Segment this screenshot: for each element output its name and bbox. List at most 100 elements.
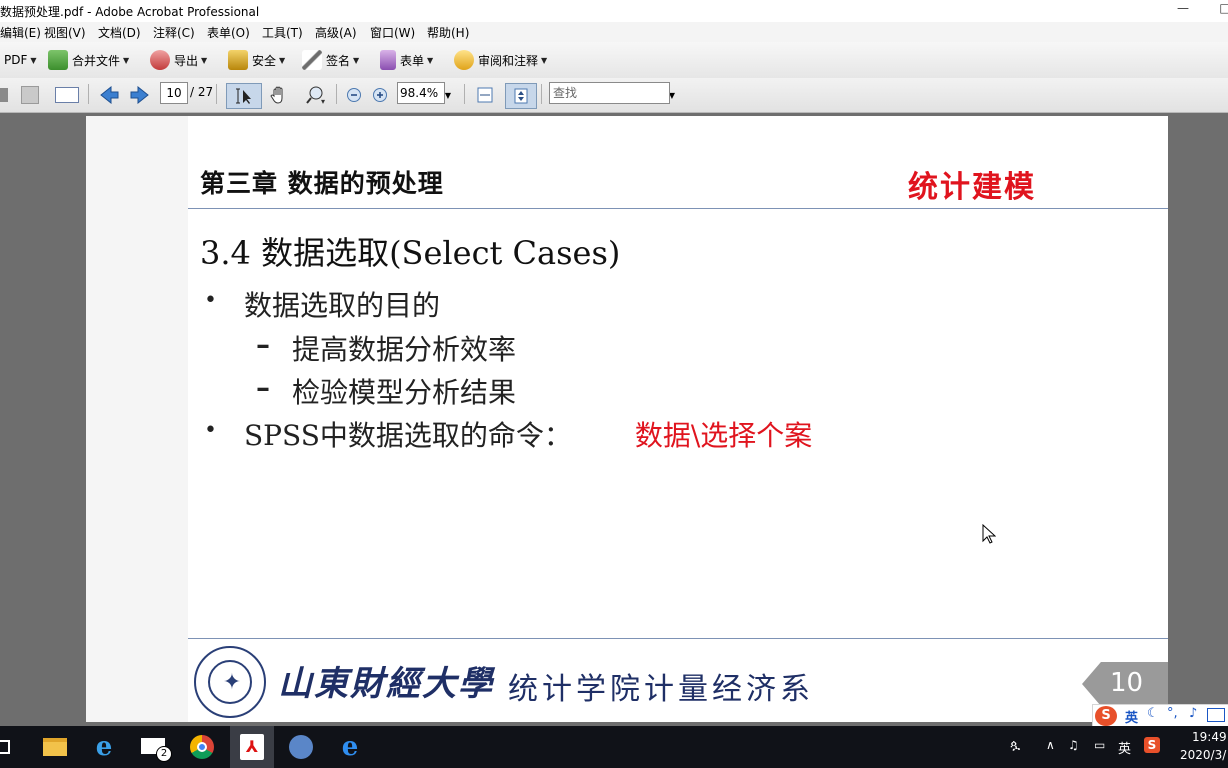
dropdown-arrow-icon: ▼: [201, 55, 208, 65]
create-pdf-button[interactable]: PDF ▼: [4, 48, 37, 72]
tray-chevron-icon[interactable]: ∧: [1046, 738, 1055, 752]
forms-button[interactable]: 表单 ▼: [380, 48, 433, 72]
dash-icon: –: [256, 371, 270, 404]
menu-document[interactable]: 文档(D): [98, 24, 141, 41]
form-icon: [380, 50, 396, 70]
menu-comments[interactable]: 注释(C): [153, 24, 195, 41]
brand-heading: 统计建模: [908, 170, 1036, 205]
ime-mode[interactable]: 英: [1125, 707, 1138, 726]
punctuation-icon[interactable]: °,: [1167, 706, 1178, 721]
combine-files-button[interactable]: 合并文件 ▼: [48, 48, 129, 72]
edge-icon[interactable]: e: [335, 732, 365, 762]
create-pdf-label: PDF: [4, 53, 28, 67]
app-icon[interactable]: [286, 732, 316, 762]
internet-explorer-icon[interactable]: e: [89, 732, 119, 762]
department-name: 统计学院计量经济系: [508, 672, 814, 707]
menu-view[interactable]: 视图(V): [44, 24, 86, 41]
acrobat-taskbar-button[interactable]: ⅄: [230, 726, 274, 768]
battery-icon[interactable]: ▭: [1094, 738, 1105, 752]
find-input[interactable]: 查找: [549, 82, 670, 104]
pdf-page: 第三章 数据的预处理 统计建模 3.4 数据选取(Select Cases) •…: [86, 116, 1168, 722]
pen-icon: [302, 50, 322, 70]
bullet-item: • 数据选取的目的: [204, 284, 440, 324]
previous-page-button[interactable]: [98, 83, 120, 107]
arrow-right-icon: [130, 86, 149, 104]
sub-bullet-text: 检验模型分析结果: [292, 376, 517, 409]
export-icon: [150, 50, 170, 70]
spss-command: 数据\选择个案: [634, 419, 813, 452]
clock-date[interactable]: 2020/3/: [1180, 748, 1226, 762]
file-explorer-icon[interactable]: [40, 732, 70, 762]
print-icon[interactable]: [0, 83, 8, 107]
chapter-heading: 第三章 数据的预处理: [200, 169, 444, 198]
next-page-button[interactable]: [129, 83, 151, 107]
window-title: 数据预处理.pdf - Adobe Acrobat Professional: [0, 5, 260, 19]
review-comment-button[interactable]: 审阅和注释 ▼: [454, 48, 547, 72]
fit-width-icon: [477, 87, 493, 103]
sign-button[interactable]: 签名 ▼: [302, 48, 359, 72]
microphone-icon[interactable]: ♪: [1189, 706, 1197, 721]
bullet-text: SPSS中数据选取的命令：: [244, 419, 572, 452]
sub-bullet-item: – 提高数据分析效率: [256, 328, 517, 368]
people-icon[interactable]: ጷ: [1010, 738, 1020, 753]
toolbar-separator: [336, 84, 337, 104]
ime-toolbar[interactable]: S 英 ☾ °, ♪: [1092, 704, 1228, 728]
dropdown-arrow-icon: ▼: [123, 55, 130, 65]
lock-icon: [228, 50, 248, 70]
top-divider: [188, 208, 1168, 209]
page-margin: [86, 116, 188, 722]
zoom-tool-button[interactable]: ▾: [302, 83, 330, 107]
fit-page-icon: [514, 88, 528, 104]
fit-page-button[interactable]: [505, 83, 537, 109]
slide-page-number: 10: [1082, 662, 1168, 706]
toolbar-separator: [88, 84, 89, 104]
dropdown-arrow-icon: ▼: [30, 55, 37, 65]
university-seal-icon: ✦: [194, 646, 266, 718]
mouse-cursor-icon: [982, 524, 996, 544]
volume-icon[interactable]: ♫: [1068, 738, 1079, 752]
menu-help[interactable]: 帮助(H): [427, 24, 469, 41]
bullet-icon: •: [204, 288, 217, 313]
toolbar-separator: [541, 84, 542, 104]
mail-icon[interactable]: 2: [138, 732, 172, 762]
combine-files-label: 合并文件: [72, 53, 121, 68]
security-button[interactable]: 安全 ▼: [228, 48, 285, 72]
zoom-level-input[interactable]: 98.4%: [397, 82, 445, 104]
export-button[interactable]: 导出 ▼: [150, 48, 207, 72]
review-comment-label: 审阅和注释: [478, 53, 539, 68]
save-icon[interactable]: [20, 83, 40, 107]
minimize-button[interactable]: —: [1168, 1, 1198, 21]
fit-width-button[interactable]: [474, 83, 496, 107]
chrome-icon[interactable]: [187, 732, 217, 762]
restore-button[interactable]: □: [1210, 1, 1228, 21]
select-tool-button[interactable]: [226, 83, 262, 109]
bullet-icon: •: [204, 418, 217, 443]
email-icon[interactable]: [54, 83, 80, 107]
mail-badge: 2: [156, 746, 172, 762]
hand-tool-button[interactable]: [266, 83, 292, 107]
zoom-in-button[interactable]: [371, 83, 389, 107]
export-label: 导出: [174, 53, 199, 68]
menu-advanced[interactable]: 高级(A): [315, 24, 357, 41]
zoom-out-icon: [347, 88, 361, 102]
menu-forms[interactable]: 表单(O): [207, 24, 250, 41]
moon-icon[interactable]: ☾: [1147, 706, 1159, 721]
page-number-input[interactable]: 10: [160, 82, 188, 104]
tray-language[interactable]: 英: [1118, 738, 1131, 757]
forms-label: 表单: [400, 53, 425, 68]
taskbar: e 2 ⅄ e ጷ ∧ ♫ ▭ 英 S 19:49 2020/3/: [0, 726, 1228, 768]
menu-window[interactable]: 窗口(W): [370, 24, 415, 41]
menu-edit[interactable]: 编辑(E): [0, 24, 41, 41]
sogou-tray-icon[interactable]: S: [1144, 737, 1160, 753]
clock-time[interactable]: 19:49: [1192, 730, 1227, 744]
keyboard-icon[interactable]: [1207, 708, 1225, 722]
task-view-icon[interactable]: [0, 732, 12, 762]
dropdown-arrow-icon: ▼: [541, 55, 548, 65]
bottom-divider: [188, 638, 1168, 639]
menu-tools[interactable]: 工具(T): [262, 24, 303, 41]
sub-bullet-text: 提高数据分析效率: [292, 333, 517, 366]
section-title: 3.4 数据选取(Select Cases): [200, 234, 621, 272]
zoom-out-button[interactable]: [345, 83, 363, 107]
arrow-left-icon: [100, 86, 119, 104]
university-name: 山東財經大學: [278, 664, 494, 704]
